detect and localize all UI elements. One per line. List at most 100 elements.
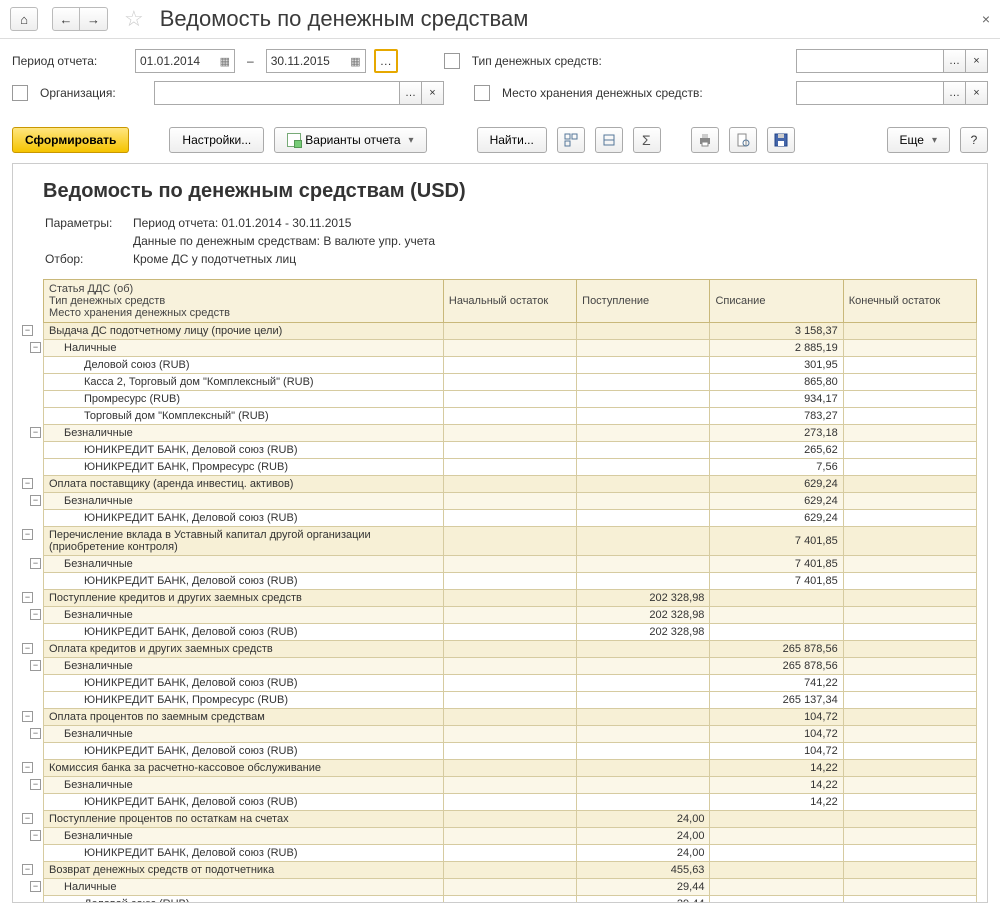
table-row[interactable]: −Наличные29,44: [44, 879, 977, 896]
table-row[interactable]: ЮНИКРЕДИТ БАНК, Деловой союз (RUB)202 32…: [44, 624, 977, 641]
org-input[interactable]: [154, 81, 400, 105]
collapse-toggle[interactable]: −: [22, 478, 33, 489]
report-area[interactable]: − Ведомость по денежным средствам (USD) …: [12, 163, 988, 903]
period-picker-button[interactable]: …: [374, 49, 398, 73]
storage-clear-button[interactable]: ×: [966, 81, 988, 105]
table-row[interactable]: ЮНИКРЕДИТ БАНК, Деловой союз (RUB)14,22: [44, 794, 977, 811]
sum-icon[interactable]: Σ: [633, 127, 661, 153]
settings-button[interactable]: Настройки...: [169, 127, 264, 153]
storage-input[interactable]: [796, 81, 944, 105]
form-button[interactable]: Сформировать: [12, 127, 129, 153]
home-button[interactable]: ⌂: [10, 7, 38, 31]
money-type-clear-button[interactable]: ×: [966, 49, 988, 73]
calendar-icon[interactable]: ▦: [220, 55, 230, 68]
table-row[interactable]: −Поступление кредитов и других заемных с…: [44, 590, 977, 607]
table-row[interactable]: −Безналичные273,18: [44, 425, 977, 442]
more-button[interactable]: Еще: [887, 127, 950, 153]
forward-button[interactable]: →: [80, 7, 108, 31]
col-closing: Конечный остаток: [843, 280, 976, 323]
collapse-toggle[interactable]: −: [30, 342, 41, 353]
storage-label: Место хранения денежных средств:: [502, 86, 703, 100]
collapse-toggle[interactable]: −: [22, 864, 33, 875]
col-outflow: Списание: [710, 280, 843, 323]
table-row[interactable]: ЮНИКРЕДИТ БАНК, Деловой союз (RUB)104,72: [44, 743, 977, 760]
collapse-toggle[interactable]: −: [22, 592, 33, 603]
table-row[interactable]: Касса 2, Торговый дом "Комплексный" (RUB…: [44, 374, 977, 391]
table-row[interactable]: −Выдача ДС подотчетному лицу (прочие цел…: [44, 323, 977, 340]
close-button[interactable]: ×: [982, 11, 990, 27]
report-params: Параметры:Период отчета: 01.01.2014 - 30…: [43, 213, 443, 269]
storage-checkbox[interactable]: [474, 85, 490, 101]
collapse-toggle[interactable]: −: [30, 728, 41, 739]
collapse-toggle[interactable]: −: [30, 660, 41, 671]
collapse-toggle[interactable]: −: [22, 813, 33, 824]
table-row[interactable]: −Возврат денежных средств от подотчетник…: [44, 862, 977, 879]
table-row[interactable]: −Безналичные24,00: [44, 828, 977, 845]
date-from-input[interactable]: 01.01.2014▦: [135, 49, 235, 73]
collapse-toggle[interactable]: −: [30, 558, 41, 569]
table-row[interactable]: ЮНИКРЕДИТ БАНК, Деловой союз (RUB)629,24: [44, 510, 977, 527]
data-table: Статья ДДС (об) Тип денежных средств Мес…: [43, 279, 977, 903]
save-icon[interactable]: [767, 127, 795, 153]
collapse-toggle[interactable]: −: [22, 762, 33, 773]
table-row[interactable]: −Перечисление вклада в Уставный капитал …: [44, 527, 977, 556]
collapse-toggle[interactable]: −: [30, 779, 41, 790]
collapse-toggle[interactable]: −: [30, 830, 41, 841]
table-row[interactable]: −Оплата процентов по заемным средствам10…: [44, 709, 977, 726]
date-to-input[interactable]: 30.11.2015▦: [266, 49, 366, 73]
storage-select-button[interactable]: …: [944, 81, 966, 105]
calendar-icon[interactable]: ▦: [350, 55, 360, 68]
money-type-select-button[interactable]: …: [944, 49, 966, 73]
money-type-checkbox[interactable]: [444, 53, 460, 69]
collapse-groups-icon[interactable]: [595, 127, 623, 153]
table-row[interactable]: Торговый дом "Комплексный" (RUB)783,27: [44, 408, 977, 425]
collapse-toggle[interactable]: −: [22, 529, 33, 540]
col-inflow: Поступление: [577, 280, 710, 323]
variant-icon: [287, 133, 301, 147]
table-row[interactable]: −Безналичные7 401,85: [44, 556, 977, 573]
help-icon[interactable]: ?: [960, 127, 988, 153]
table-row[interactable]: −Комиссия банка за расчетно-кассовое обс…: [44, 760, 977, 777]
org-clear-button[interactable]: ×: [422, 81, 444, 105]
money-type-input[interactable]: [796, 49, 944, 73]
table-row[interactable]: −Безналичные265 878,56: [44, 658, 977, 675]
favorite-star-icon[interactable]: ☆: [124, 6, 144, 32]
report-title: Ведомость по денежным средствам (USD): [43, 180, 977, 203]
table-row[interactable]: ЮНИКРЕДИТ БАНК, Деловой союз (RUB)7 401,…: [44, 573, 977, 590]
expand-groups-icon[interactable]: [557, 127, 585, 153]
find-button[interactable]: Найти...: [477, 127, 547, 153]
table-row[interactable]: ЮНИКРЕДИТ БАНК, Промресурс (RUB)7,56: [44, 459, 977, 476]
collapse-toggle[interactable]: −: [30, 427, 41, 438]
collapse-toggle[interactable]: −: [22, 643, 33, 654]
table-row[interactable]: −Безналичные104,72: [44, 726, 977, 743]
back-button[interactable]: ←: [52, 7, 80, 31]
print-icon[interactable]: [691, 127, 719, 153]
table-row[interactable]: Деловой союз (RUB)301,95: [44, 357, 977, 374]
table-row[interactable]: −Оплата поставщику (аренда инвестиц. акт…: [44, 476, 977, 493]
table-row[interactable]: −Наличные2 885,19: [44, 340, 977, 357]
collapse-toggle[interactable]: −: [30, 609, 41, 620]
collapse-toggle[interactable]: −: [22, 711, 33, 722]
table-row[interactable]: −Безналичные202 328,98: [44, 607, 977, 624]
table-row[interactable]: −Безналичные14,22: [44, 777, 977, 794]
org-label: Организация:: [40, 86, 135, 100]
table-row[interactable]: ЮНИКРЕДИТ БАНК, Деловой союз (RUB)24,00: [44, 845, 977, 862]
table-row[interactable]: −Поступление процентов по остаткам на сч…: [44, 811, 977, 828]
table-row[interactable]: Промресурс (RUB)934,17: [44, 391, 977, 408]
period-label: Период отчета:: [12, 54, 127, 68]
collapse-toggle[interactable]: −: [30, 495, 41, 506]
table-row[interactable]: −Оплата кредитов и других заемных средст…: [44, 641, 977, 658]
group-header-2: Тип денежных средств: [49, 295, 438, 307]
collapse-toggle[interactable]: −: [22, 325, 33, 336]
preview-icon[interactable]: [729, 127, 757, 153]
org-checkbox[interactable]: [12, 85, 28, 101]
table-row[interactable]: ЮНИКРЕДИТ БАНК, Промресурс (RUB)265 137,…: [44, 692, 977, 709]
variants-button[interactable]: Варианты отчета: [274, 127, 426, 153]
group-header-3: Место хранения денежных средств: [49, 307, 438, 319]
table-row[interactable]: ЮНИКРЕДИТ БАНК, Деловой союз (RUB)741,22: [44, 675, 977, 692]
org-select-button[interactable]: …: [400, 81, 422, 105]
collapse-toggle[interactable]: −: [30, 881, 41, 892]
table-row[interactable]: ЮНИКРЕДИТ БАНК, Деловой союз (RUB)265,62: [44, 442, 977, 459]
table-row[interactable]: −Безналичные629,24: [44, 493, 977, 510]
table-row[interactable]: Деловой союз (RUB)29,44: [44, 896, 977, 904]
